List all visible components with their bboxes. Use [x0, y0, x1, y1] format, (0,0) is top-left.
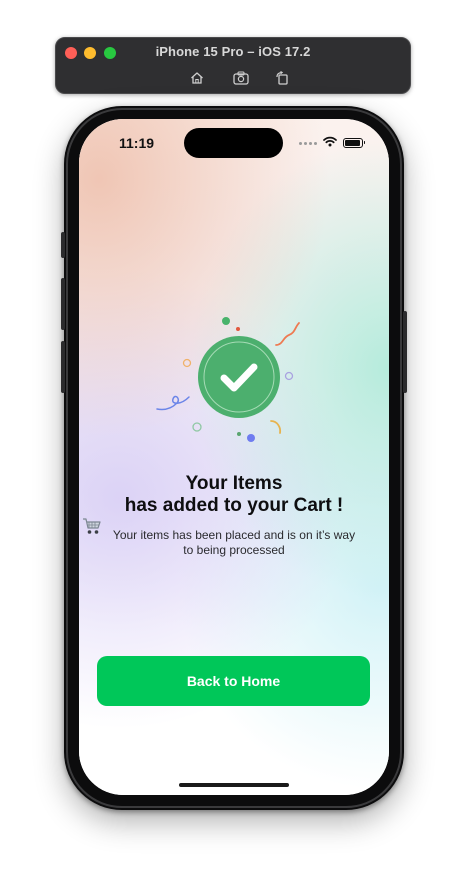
app-screen: 11:19 Your Items has added to your Cart … [79, 119, 389, 795]
success-headline: Your Items has added to your Cart ! [79, 473, 389, 535]
home-icon[interactable] [188, 69, 206, 87]
action-button [61, 232, 65, 258]
signal-dots-icon [299, 141, 317, 145]
headline-line-2: has added to your Cart ! [124, 495, 344, 516]
message-line-1: Your items has been placed and is on it’… [112, 528, 356, 542]
rotate-icon[interactable] [273, 69, 291, 87]
screenshot-icon[interactable] [232, 69, 250, 87]
simulator-window-toolbar: iPhone 15 Pro – iOS 17.2 [55, 37, 411, 94]
wifi-icon [323, 134, 337, 152]
home-indicator[interactable] [179, 783, 289, 787]
simulator-title: iPhone 15 Pro – iOS 17.2 [155, 44, 311, 59]
status-bar: 11:19 [79, 119, 389, 165]
power-button [403, 311, 407, 393]
back-to-home-button[interactable]: Back to Home [97, 656, 370, 706]
status-icons [299, 134, 365, 152]
simulator-stage: iPhone 15 Pro – iOS 17.2 11:19 Your Item… [0, 0, 467, 883]
message-line-2: to being processed [183, 543, 285, 557]
status-time: 11:19 [119, 135, 155, 151]
volume-down-button [61, 341, 65, 393]
dynamic-island [184, 128, 283, 158]
shopping-cart-icon [82, 517, 102, 535]
volume-up-button [61, 278, 65, 330]
success-message: Your items has been placed and is on it’… [107, 528, 361, 558]
simulator-tools [56, 69, 410, 87]
checkmark-badge-icon [149, 309, 319, 449]
battery-icon [343, 138, 365, 148]
headline-line-1: Your Items [185, 473, 283, 494]
